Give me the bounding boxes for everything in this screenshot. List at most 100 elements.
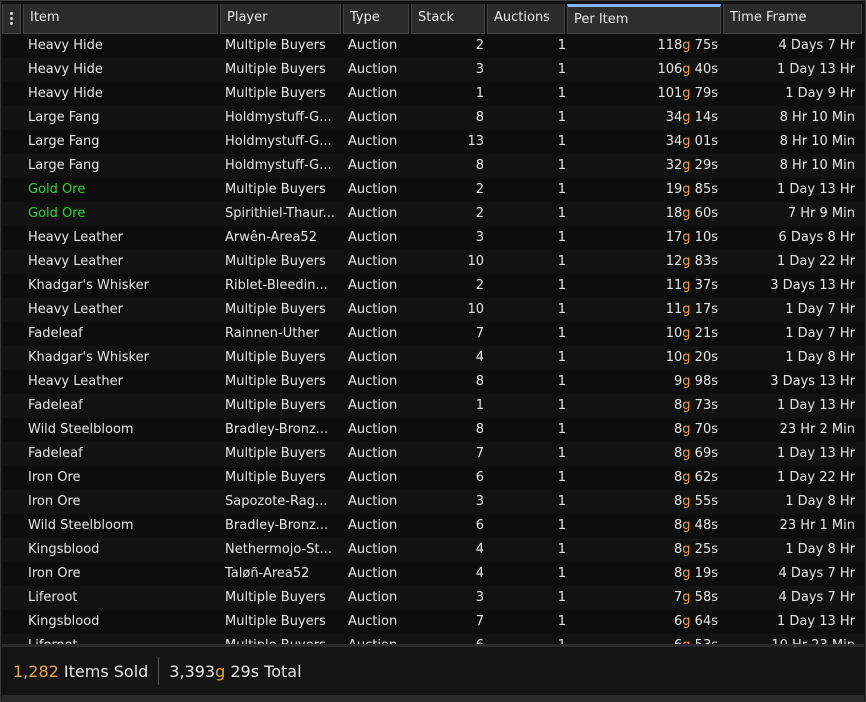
- item-name[interactable]: Heavy Leather: [28, 298, 216, 322]
- item-name[interactable]: Liferoot: [28, 634, 216, 644]
- table-row[interactable]: Liferoot Multiple Buyers Auction 3 1 7g 58s 4 …: [2, 586, 864, 610]
- item-name[interactable]: Large Fang: [28, 106, 216, 130]
- table-row[interactable]: Large Fang Holdmystuff-G... Auction 13 1 34g …: [2, 130, 864, 154]
- table-row[interactable]: Wild Steelbloom Bradley-Bronz... Auction 8 1…: [2, 418, 864, 442]
- table-row[interactable]: Heavy Leather Multiple Buyers Auction 10 1 12…: [2, 250, 864, 274]
- table-body[interactable]: Heavy Hide Multiple Buyers Auction 2 1 118g 7…: [2, 34, 864, 644]
- item-name[interactable]: Heavy Leather: [28, 250, 216, 274]
- column-header-auctions[interactable]: Auctions: [487, 4, 565, 34]
- price-silver: 73: [694, 398, 712, 413]
- time-frame: 1 Day 13 Hr: [777, 446, 855, 461]
- per-item-price: 8g 69s: [570, 442, 718, 466]
- table-row[interactable]: Fadeleaf Multiple Buyers Auction 1 1 8g 73s 1 …: [2, 394, 864, 418]
- item-name[interactable]: Fadeleaf: [28, 394, 216, 418]
- per-item-price: 8g 73s: [570, 394, 718, 418]
- per-item-price: 10g 21s: [570, 322, 718, 346]
- table-row[interactable]: Iron Ore Sapozote-Rag... Auction 3 1 8g 55s 1 …: [2, 490, 864, 514]
- column-header-player[interactable]: Player: [220, 4, 341, 34]
- gold-unit: g: [682, 206, 691, 221]
- item-name[interactable]: Wild Steelbloom: [28, 418, 216, 442]
- item-name[interactable]: Large Fang: [28, 130, 216, 154]
- item-name[interactable]: Fadeleaf: [28, 442, 216, 466]
- sales-window: Item Player Type Stack Auctions Per Item…: [0, 0, 866, 702]
- table-row[interactable]: Kingsblood Nethermojo-St... Auction 4 1 8g 25…: [2, 538, 864, 562]
- stack-size: 2: [475, 278, 484, 293]
- table-row[interactable]: Heavy Leather Multiple Buyers Auction 10 1 11…: [2, 298, 864, 322]
- item-name[interactable]: Gold Ore: [28, 178, 216, 202]
- auction-count: 1: [557, 374, 566, 389]
- sale-type: Auction: [348, 566, 398, 581]
- column-header-stack[interactable]: Stack: [411, 4, 485, 34]
- item-name[interactable]: Wild Steelbloom: [28, 514, 216, 538]
- total-label: Total: [264, 661, 302, 681]
- per-item-price: 8g 55s: [570, 490, 718, 514]
- per-item-price: 6g 64s: [570, 610, 718, 634]
- table-row[interactable]: Heavy Leather Arwên-Area52 Auction 3 1 17g 10…: [2, 226, 864, 250]
- auction-count: 1: [557, 38, 566, 53]
- item-name[interactable]: Kingsblood: [28, 538, 216, 562]
- items-sold-label: Items Sold: [63, 661, 149, 681]
- item-name[interactable]: Large Fang: [28, 154, 216, 178]
- item-name[interactable]: Kingsblood: [28, 610, 216, 634]
- table-row[interactable]: Wild Steelbloom Bradley-Bronz... Auction 6 1…: [2, 514, 864, 538]
- table-row[interactable]: Heavy Hide Multiple Buyers Auction 1 1 101g 7…: [2, 82, 864, 106]
- item-name[interactable]: Heavy Hide: [28, 58, 216, 82]
- item-name[interactable]: Heavy Hide: [28, 34, 216, 58]
- column-header-item[interactable]: Item: [23, 4, 218, 34]
- gold-unit: g: [682, 38, 691, 53]
- player-name: Multiple Buyers: [225, 62, 326, 77]
- silver-unit: s: [711, 542, 718, 557]
- gold-unit: g: [682, 350, 691, 365]
- table-row[interactable]: Heavy Leather Multiple Buyers Auction 8 1 9g …: [2, 370, 864, 394]
- item-name[interactable]: Liferoot: [28, 586, 216, 610]
- player-name: Holdmystuff-G...: [225, 134, 332, 149]
- column-header-time-frame[interactable]: Time Frame: [723, 4, 862, 34]
- column-header-per-item[interactable]: Per Item: [567, 4, 721, 34]
- table-row[interactable]: Fadeleaf Multiple Buyers Auction 7 1 8g 69s 1 …: [2, 442, 864, 466]
- item-name[interactable]: Heavy Leather: [28, 370, 216, 394]
- stack-size: 4: [475, 542, 484, 557]
- table-row[interactable]: Gold Ore Spirithiel-Thaur... Auction 2 1 18g …: [2, 202, 864, 226]
- per-item-price: 10g 20s: [570, 346, 718, 370]
- column-menu-button[interactable]: [2, 4, 21, 34]
- table-row[interactable]: Fadeleaf Rainnen-Uther Auction 7 1 10g 21s 1 D…: [2, 322, 864, 346]
- item-name[interactable]: Gold Ore: [28, 202, 216, 226]
- table-row[interactable]: Gold Ore Multiple Buyers Auction 2 1 19g 85s 1…: [2, 178, 864, 202]
- table-row[interactable]: Large Fang Holdmystuff-G... Auction 8 1 34g 1…: [2, 106, 864, 130]
- table-row[interactable]: Iron Ore Taløñ-Area52 Auction 4 1 8g 19s 4 Day…: [2, 562, 864, 586]
- silver-unit: s: [711, 590, 718, 605]
- per-item-price: 8g 19s: [570, 562, 718, 586]
- item-name[interactable]: Iron Ore: [28, 466, 216, 490]
- stack-size: 2: [475, 38, 484, 53]
- per-item-price: 12g 83s: [570, 250, 718, 274]
- table-row[interactable]: Heavy Hide Multiple Buyers Auction 2 1 118g 7…: [2, 34, 864, 58]
- item-name[interactable]: Heavy Leather: [28, 226, 216, 250]
- table-row[interactable]: Liferoot Multiple Buyers Auction 61 6g 53s 10…: [2, 634, 864, 644]
- gold-unit: g: [682, 614, 691, 629]
- item-name[interactable]: Heavy Hide: [28, 82, 216, 106]
- price-silver: 62: [694, 470, 712, 485]
- price-silver: 10: [694, 230, 712, 245]
- item-name[interactable]: Iron Ore: [28, 562, 216, 586]
- table-row[interactable]: Kingsblood Multiple Buyers Auction 7 1 6g 64s…: [2, 610, 864, 634]
- sale-type: Auction: [348, 110, 398, 125]
- player-name: Multiple Buyers: [225, 614, 326, 629]
- item-name[interactable]: Khadgar's Whisker: [28, 274, 216, 298]
- table-row[interactable]: Heavy Hide Multiple Buyers Auction 3 1 106g 4…: [2, 58, 864, 82]
- table-row[interactable]: Khadgar's Whisker Riblet-Bleedin... Auctio…: [2, 274, 864, 298]
- item-name[interactable]: Fadeleaf: [28, 322, 216, 346]
- table-row[interactable]: Iron Ore Multiple Buyers Auction 6 1 8g 62s 1 …: [2, 466, 864, 490]
- price-silver: 85: [694, 182, 712, 197]
- stack-size: 3: [475, 62, 484, 77]
- table-row[interactable]: Large Fang Holdmystuff-G... Auction 8 1 32g 2…: [2, 154, 864, 178]
- price-silver: 40: [694, 62, 712, 77]
- item-name[interactable]: Khadgar's Whisker: [28, 346, 216, 370]
- per-item-price: 32g 29s: [570, 154, 718, 178]
- column-header-type[interactable]: Type: [343, 4, 409, 34]
- item-name[interactable]: Iron Ore: [28, 490, 216, 514]
- sale-type: Auction: [348, 634, 408, 644]
- table-row[interactable]: Khadgar's Whisker Multiple Buyers Auction 4…: [2, 346, 864, 370]
- gold-unit: g: [682, 230, 691, 245]
- time-frame: 3 Days 13 Hr: [770, 278, 855, 293]
- items-sold-count: 1,282: [13, 661, 59, 681]
